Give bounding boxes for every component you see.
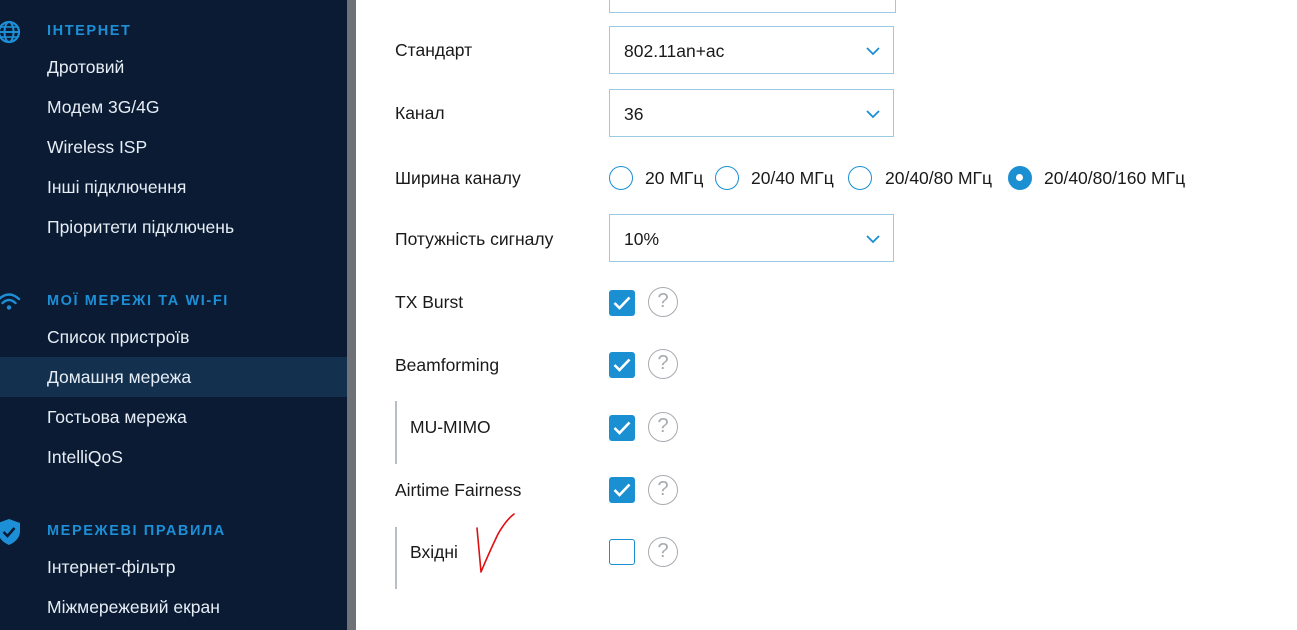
tx-power-label: Потужність сигналу (395, 229, 554, 249)
bandwidth-option-label: 20/40/80/160 МГц (1044, 168, 1186, 188)
inbound-label: Вхідні (410, 542, 458, 562)
check-icon (613, 483, 631, 497)
standard-value: 802.11an+ac (624, 41, 725, 61)
bandwidth-radio-20-40-80[interactable] (848, 166, 872, 190)
sidebar-item-modem[interactable]: Модем 3G/4G (0, 87, 347, 127)
channel-label: Канал (395, 103, 445, 123)
previous-field-bottom[interactable] (609, 0, 896, 13)
sidebar-item-label: Пріоритети підключень (47, 217, 235, 237)
channel-value: 36 (624, 104, 644, 124)
sidebar-item-label: IntelliQoS (47, 447, 123, 467)
channel-select[interactable]: 36 (609, 89, 894, 137)
section-title-internet: ІНТЕРНЕТ (47, 23, 132, 39)
sidebar-item-wired[interactable]: Дротовий (0, 47, 347, 87)
sidebar-item-label: Список пристроїв (47, 327, 190, 347)
tx-burst-help-button[interactable]: ? (648, 287, 678, 317)
bandwidth-radio-20[interactable] (609, 166, 633, 190)
airtime-fairness-checkbox[interactable] (609, 477, 635, 503)
chevron-down-icon (866, 47, 880, 56)
beamforming-checkbox[interactable] (609, 352, 635, 378)
sidebar-item-label: Міжмережевий екран (47, 597, 220, 617)
sidebar-divider[interactable] (347, 0, 356, 630)
sidebar-item-home-network[interactable]: Домашня мережа (0, 357, 347, 397)
red-annotation-checkmark (476, 513, 515, 573)
sidebar-item-label: Інші підключення (47, 177, 187, 197)
mu-mimo-help-button[interactable]: ? (648, 412, 678, 442)
bandwidth-label: Ширина каналу (395, 168, 521, 188)
standard-label: Стандарт (395, 40, 473, 60)
indent-bar (395, 401, 397, 464)
sidebar-item-label: Модем 3G/4G (47, 97, 160, 117)
globe-icon (0, 20, 21, 44)
beamforming-help-button[interactable]: ? (648, 349, 678, 379)
sidebar: ІНТЕРНЕТ Дротовий Модем 3G/4G Wireless I… (0, 0, 347, 630)
sidebar-item-other-connections[interactable]: Інші підключення (0, 167, 347, 207)
section-network-rules: МЕРЕЖЕВІ ПРАВИЛА (0, 519, 347, 545)
chevron-down-icon (866, 235, 880, 244)
sidebar-item-label: Wireless ISP (47, 137, 148, 157)
sidebar-item-intelliqos[interactable]: IntelliQoS (0, 437, 347, 477)
standard-select[interactable]: 802.11an+ac (609, 26, 894, 74)
tx-power-select[interactable]: 10% (609, 214, 894, 262)
sidebar-item-internet-filter[interactable]: Інтернет-фільтр (0, 547, 347, 587)
bandwidth-radio-20-40-80-160[interactable] (1008, 166, 1032, 190)
mu-mimo-label: MU-MIMO (410, 417, 491, 437)
wifi-icon (0, 293, 21, 310)
sidebar-item-wireless-isp[interactable]: Wireless ISP (0, 127, 347, 167)
sidebar-item-device-list[interactable]: Список пристроїв (0, 317, 347, 357)
sidebar-item-label: Інтернет-фільтр (47, 557, 176, 577)
check-icon (613, 358, 631, 372)
sidebar-item-connection-priorities[interactable]: Пріоритети підключень (0, 207, 347, 247)
bandwidth-radio-20-40[interactable] (715, 166, 739, 190)
bandwidth-option-label: 20/40/80 МГц (885, 168, 993, 188)
sidebar-item-guest-network[interactable]: Гостьова мережа (0, 397, 347, 437)
check-icon (613, 296, 631, 310)
tx-power-value: 10% (624, 229, 660, 249)
section-title-network-rules: МЕРЕЖЕВІ ПРАВИЛА (47, 523, 226, 539)
bandwidth-option-label: 20/40 МГц (751, 168, 834, 188)
inbound-help-button[interactable]: ? (648, 537, 678, 567)
beamforming-label: Beamforming (395, 355, 500, 375)
section-my-networks: МОЇ МЕРЕЖІ ТА WI-FI (0, 289, 347, 313)
chevron-down-icon (866, 110, 880, 119)
shield-icon (0, 519, 20, 545)
sidebar-item-firewall[interactable]: Міжмережевий екран (0, 587, 347, 627)
tx-burst-label: TX Burst (395, 292, 464, 312)
inbound-checkbox[interactable] (609, 539, 635, 565)
sidebar-item-label: Домашня мережа (47, 367, 192, 387)
tx-burst-checkbox[interactable] (609, 290, 635, 316)
indent-bar (395, 527, 397, 589)
section-internet: ІНТЕРНЕТ (0, 19, 347, 44)
mu-mimo-checkbox[interactable] (609, 415, 635, 441)
section-title-my-networks: МОЇ МЕРЕЖІ ТА WI-FI (47, 293, 229, 309)
airtime-fairness-label: Airtime Fairness (395, 480, 522, 500)
airtime-fairness-help-button[interactable]: ? (648, 475, 678, 505)
check-icon (613, 421, 631, 435)
bandwidth-option-label: 20 МГц (645, 168, 704, 188)
sidebar-item-label: Гостьова мережа (47, 407, 187, 427)
sidebar-item-label: Дротовий (47, 57, 125, 77)
